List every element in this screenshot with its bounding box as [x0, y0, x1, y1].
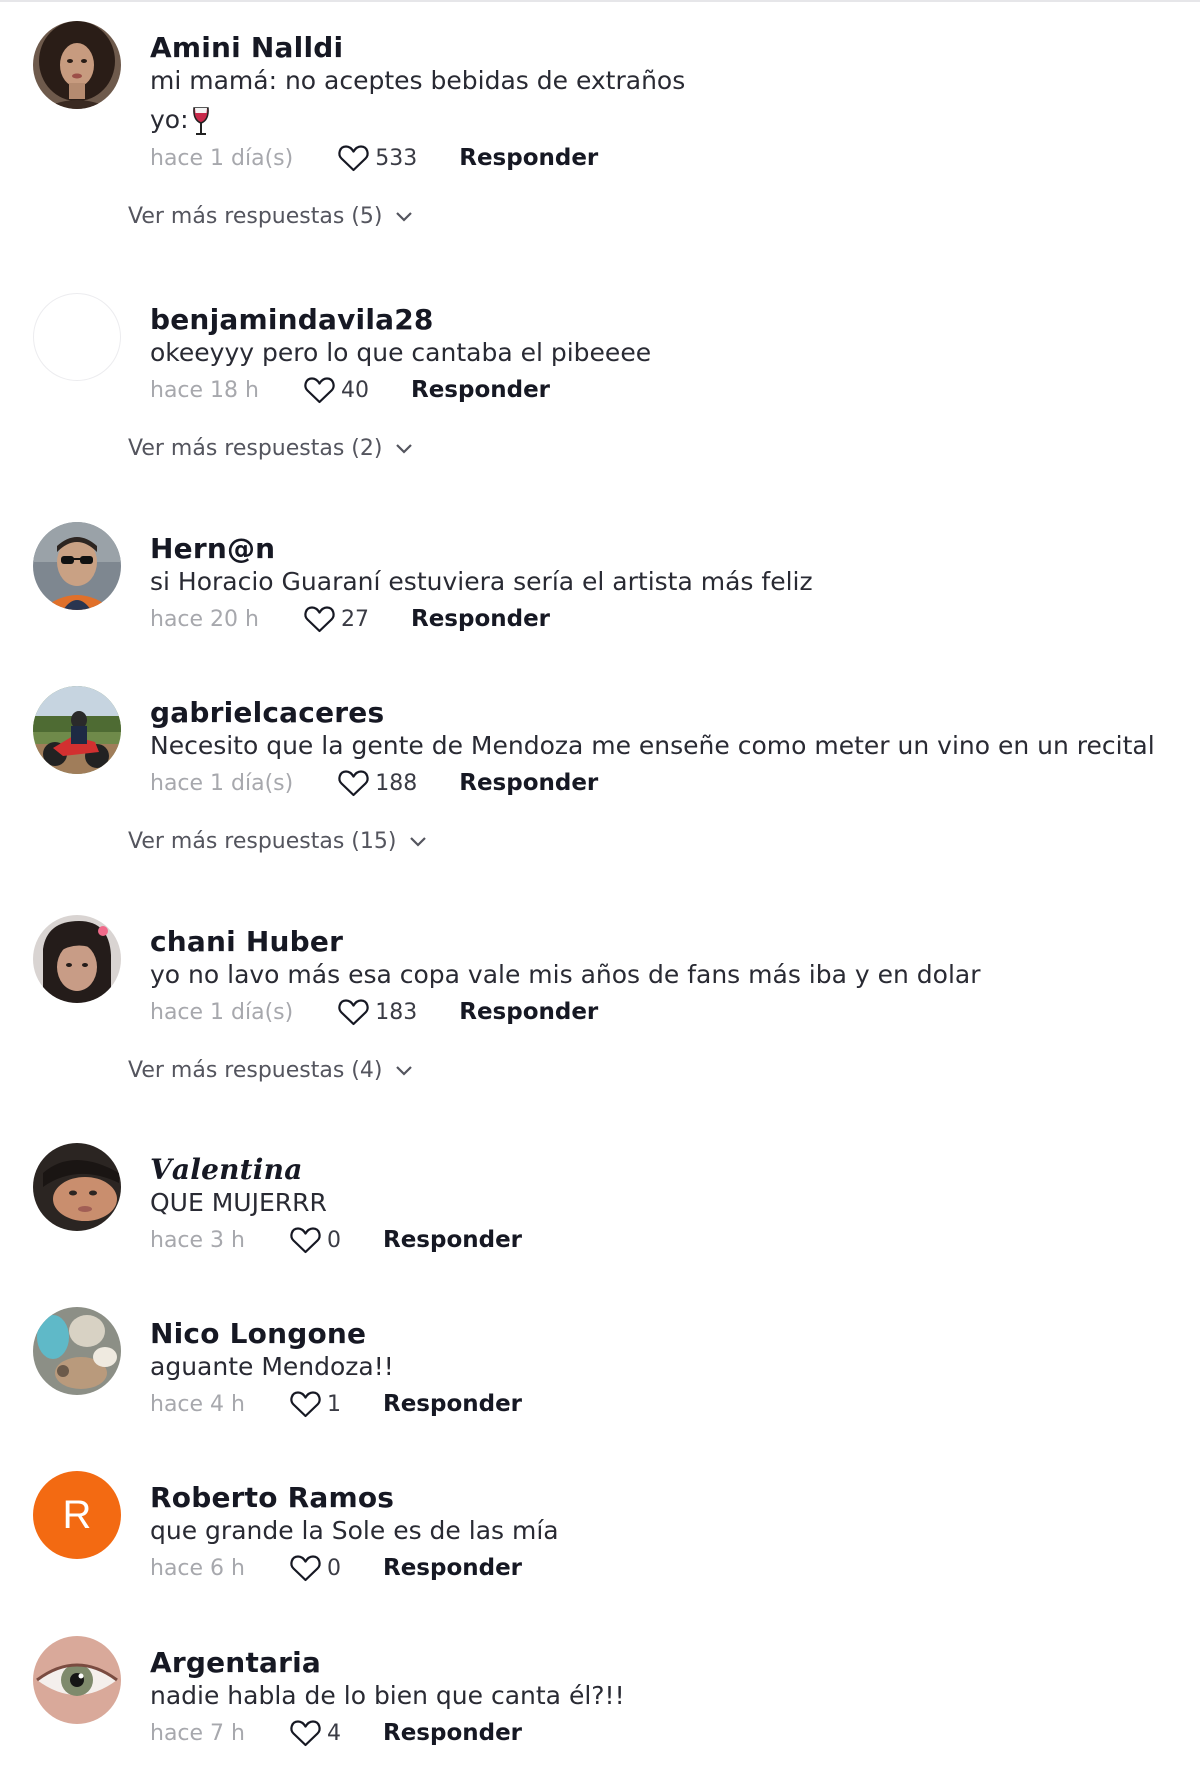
- top-divider: [0, 0, 1200, 2]
- comment-time: hace 18 h: [150, 377, 259, 403]
- avatar[interactable]: [33, 915, 121, 1003]
- heart-icon: [338, 145, 369, 172]
- heart-icon: [290, 1555, 321, 1582]
- reply-button[interactable]: Responder: [459, 770, 598, 796]
- avatar[interactable]: [33, 21, 121, 109]
- comment-text: Necesito que la gente de Mendoza me ense…: [150, 731, 1155, 760]
- username[interactable]: Amini Nalldi: [150, 31, 343, 64]
- comment-text: QUE MUJERRR: [150, 1188, 327, 1217]
- view-more-replies-label: Ver más respuestas (5): [128, 204, 383, 229]
- avatar[interactable]: R: [33, 1471, 121, 1559]
- username[interactable]: Roberto Ramos: [150, 1481, 394, 1514]
- avatar[interactable]: [33, 1307, 121, 1395]
- avatar[interactable]: [33, 293, 121, 381]
- view-more-replies[interactable]: Ver más respuestas (5): [128, 204, 414, 229]
- comment-time: hace 4 h: [150, 1391, 245, 1417]
- heart-icon: [304, 377, 335, 404]
- comment-text: mi mamá: no aceptes bebidas de extraños: [150, 66, 686, 95]
- like-count: 0: [326, 1555, 341, 1581]
- username[interactable]: chani Huber: [150, 925, 343, 958]
- username[interactable]: Argentaria: [150, 1646, 321, 1679]
- like-button[interactable]: 0: [289, 1225, 341, 1255]
- heart-icon: [290, 1227, 321, 1254]
- comment-time: hace 6 h: [150, 1555, 245, 1581]
- chevron-down-icon: [410, 836, 427, 847]
- comment-text: que grande la Sole es de las mía: [150, 1516, 559, 1545]
- comment-meta: hace 20 h 27 Responder: [150, 602, 550, 636]
- comment-meta: hace 3 h 0 Responder: [150, 1223, 522, 1257]
- reply-button[interactable]: Responder: [383, 1720, 522, 1746]
- like-button[interactable]: 4: [289, 1718, 341, 1748]
- heart-icon: [338, 770, 369, 797]
- reply-button[interactable]: Responder: [459, 999, 598, 1025]
- comment-meta: hace 6 h 0 Responder: [150, 1551, 522, 1585]
- like-button[interactable]: 27: [303, 604, 369, 634]
- comment-text: yo:: [150, 104, 213, 138]
- like-count: 27: [340, 606, 369, 632]
- comment-text: nadie habla de lo bien que canta él?!!: [150, 1681, 625, 1710]
- reply-button[interactable]: Responder: [383, 1391, 522, 1417]
- like-button[interactable]: 40: [303, 375, 369, 405]
- like-button[interactable]: 533: [337, 143, 417, 173]
- like-count: 533: [375, 145, 418, 171]
- comment-text: yo no lavo más esa copa vale mis años de…: [150, 960, 981, 989]
- like-count: 183: [375, 999, 418, 1025]
- comment-text: aguante Mendoza!!: [150, 1352, 394, 1381]
- chevron-down-icon: [396, 211, 413, 222]
- chevron-down-icon: [396, 443, 413, 454]
- like-count: 40: [340, 377, 369, 403]
- like-count: 0: [326, 1227, 341, 1253]
- heart-icon: [290, 1391, 321, 1418]
- reply-button[interactable]: Responder: [411, 377, 550, 403]
- comment-time: hace 1 día(s): [150, 770, 294, 796]
- like-count: 188: [375, 770, 418, 796]
- chevron-down-icon: [396, 1065, 413, 1076]
- username[interactable]: gabrielcaceres: [150, 696, 384, 729]
- reply-button[interactable]: Responder: [383, 1555, 522, 1581]
- like-button[interactable]: 183: [337, 997, 417, 1027]
- view-more-replies[interactable]: Ver más respuestas (2): [128, 436, 414, 461]
- comment-meta: hace 4 h 1 Responder: [150, 1387, 522, 1421]
- avatar[interactable]: [33, 522, 121, 610]
- view-more-replies[interactable]: Ver más respuestas (15): [128, 829, 428, 854]
- reply-button[interactable]: Responder: [383, 1227, 522, 1253]
- comment-meta: hace 7 h 4 Responder: [150, 1716, 522, 1750]
- username[interactable]: 𝑽𝒂𝒍𝒆𝒏𝒕𝒊𝒏𝒂: [150, 1153, 303, 1186]
- heart-icon: [290, 1720, 321, 1747]
- username[interactable]: benjamindavila28: [150, 303, 434, 336]
- avatar[interactable]: [33, 1143, 121, 1231]
- view-more-replies-label: Ver más respuestas (4): [128, 1058, 383, 1083]
- comment-text: okeeyyy pero lo que cantaba el pibeeee: [150, 338, 652, 367]
- reply-button[interactable]: Responder: [411, 606, 550, 632]
- avatar[interactable]: [33, 1636, 121, 1724]
- like-button[interactable]: 188: [337, 768, 417, 798]
- comment-text: si Horacio Guaraní estuviera sería el ar…: [150, 567, 813, 596]
- like-button[interactable]: 0: [289, 1553, 341, 1583]
- avatar[interactable]: [33, 686, 121, 774]
- username[interactable]: Hern@n: [150, 532, 275, 565]
- comment-time: hace 3 h: [150, 1227, 245, 1253]
- comment-time: hace 1 día(s): [150, 145, 294, 171]
- username[interactable]: Nico Longone: [150, 1317, 366, 1350]
- reply-button[interactable]: Responder: [459, 145, 598, 171]
- comment-time: hace 1 día(s): [150, 999, 294, 1025]
- wine-glass-icon: [189, 104, 213, 138]
- comment-meta: hace 1 día(s) 183 Responder: [150, 995, 598, 1029]
- like-button[interactable]: 1: [289, 1389, 341, 1419]
- view-more-replies-label: Ver más respuestas (15): [128, 829, 397, 854]
- comment-meta: hace 18 h 40 Responder: [150, 373, 550, 407]
- view-more-replies[interactable]: Ver más respuestas (4): [128, 1058, 414, 1083]
- heart-icon: [338, 999, 369, 1026]
- like-count: 4: [326, 1720, 341, 1746]
- view-more-replies-label: Ver más respuestas (2): [128, 436, 383, 461]
- like-count: 1: [326, 1391, 341, 1417]
- comment-time: hace 20 h: [150, 606, 259, 632]
- comment-meta: hace 1 día(s) 188 Responder: [150, 766, 598, 800]
- comment-meta: hace 1 día(s) 533 Responder: [150, 141, 598, 175]
- comment-time: hace 7 h: [150, 1720, 245, 1746]
- heart-icon: [304, 606, 335, 633]
